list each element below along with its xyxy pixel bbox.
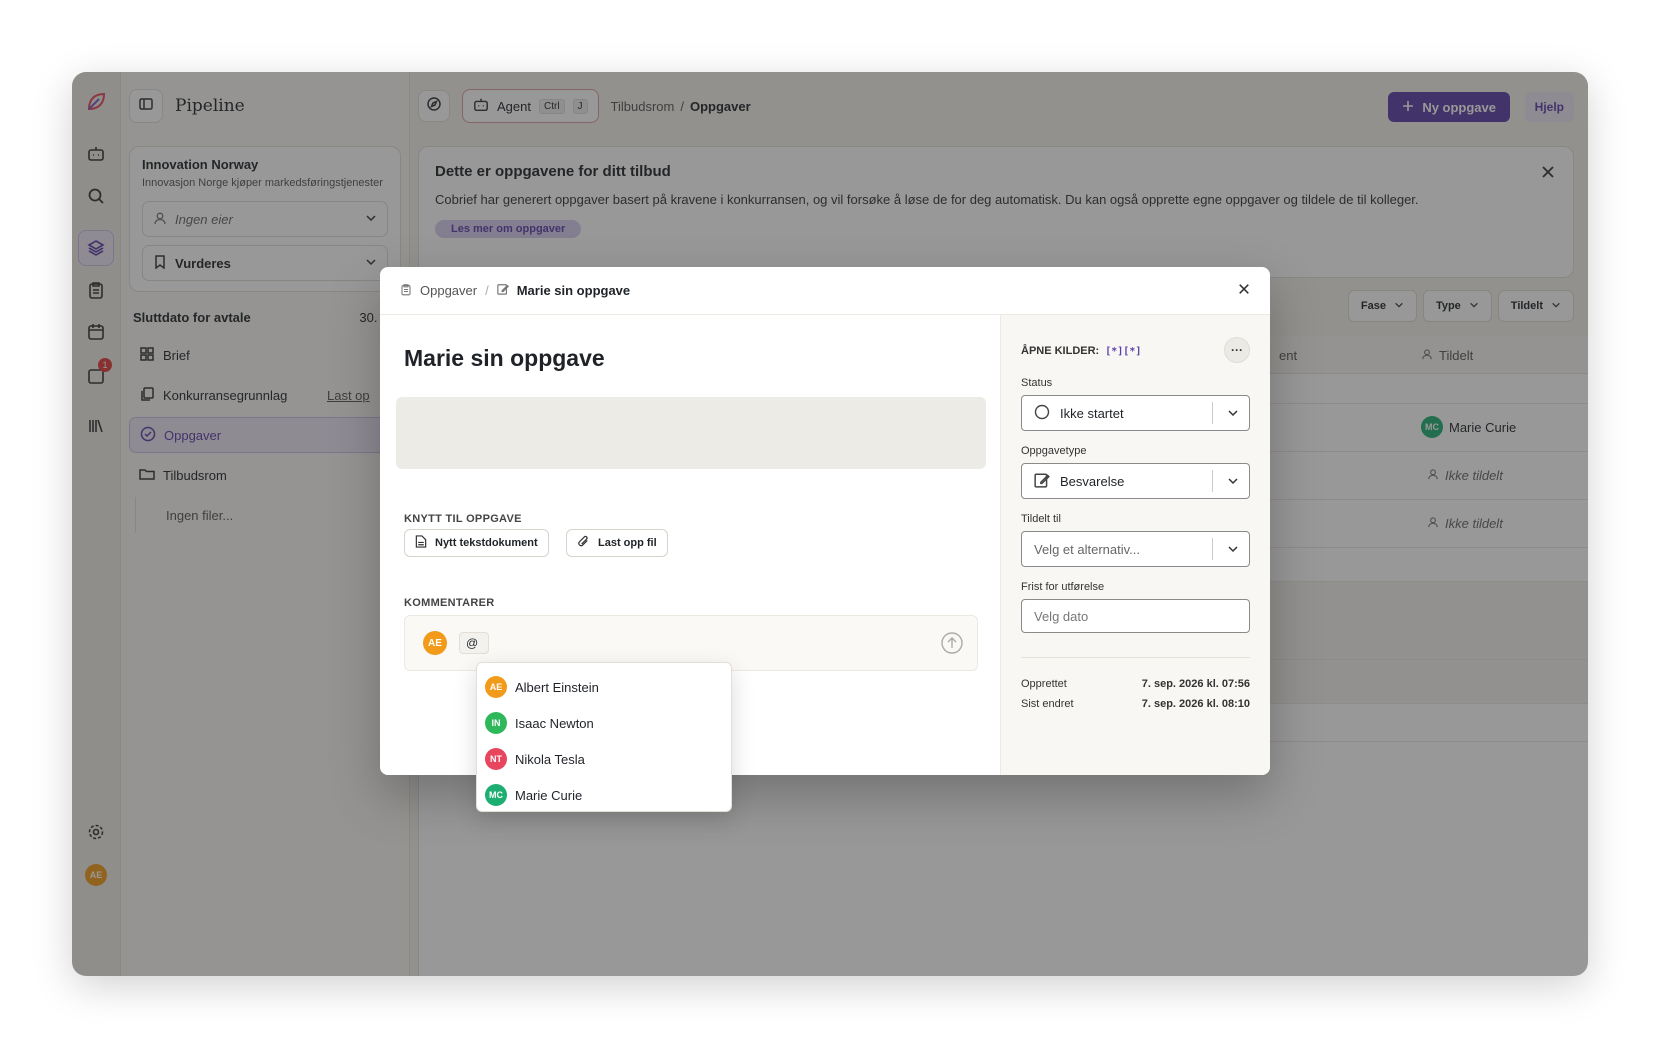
chevron-down-icon (1227, 543, 1239, 558)
modified-value: 7. sep. 2026 kl. 08:10 (1141, 698, 1250, 710)
type-dropdown[interactable]: Besvarelse (1021, 463, 1250, 499)
mention-avatar: MC (485, 784, 507, 806)
created-label: Opprettet (1021, 678, 1067, 690)
due-date-input[interactable]: Velg dato (1021, 599, 1250, 633)
modified-label: Sist endret (1021, 698, 1074, 710)
chevron-down-icon (1227, 407, 1239, 422)
meta-info: Opprettet 7. sep. 2026 kl. 07:56 Sist en… (1021, 657, 1250, 710)
clipboard-icon (400, 283, 412, 299)
mention-dropdown: AE Albert Einstein IN Isaac Newton NT Ni… (476, 662, 732, 812)
commenter-avatar: AE (423, 631, 447, 655)
type-label: Oppgavetype (1021, 445, 1087, 457)
mention-option-nikola-tesla[interactable]: NT Nikola Tesla (485, 741, 723, 777)
new-text-document-label: Nytt tekstdokument (435, 537, 538, 549)
chevron-down-icon (1227, 475, 1239, 490)
due-placeholder: Velg dato (1034, 608, 1089, 624)
link-section-label: KNYTT TIL OPPGAVE (404, 513, 522, 525)
circle-icon (1034, 404, 1050, 423)
open-sources-label: ÅPNE KILDER: (1021, 345, 1100, 357)
upload-file-label: Last opp fil (598, 537, 657, 549)
comments-section-label: KOMMENTARER (404, 597, 495, 609)
close-icon[interactable] (1238, 283, 1250, 298)
assigned-placeholder: Velg et alternativ... (1034, 541, 1140, 557)
mention-avatar: IN (485, 712, 507, 734)
modal-breadcrumb-parent[interactable]: Oppgaver (420, 283, 477, 298)
comment-text[interactable]: @ (459, 632, 489, 654)
due-field-group: Frist for utførelse Velg dato (1021, 581, 1250, 633)
modal-breadcrumb-separator: / (485, 283, 489, 298)
type-value: Besvarelse (1060, 473, 1125, 489)
mention-option-marie-curie[interactable]: MC Marie Curie (485, 777, 723, 813)
paperclip-icon (577, 535, 590, 551)
sources-tag[interactable]: [*][*] (1105, 346, 1141, 357)
assigned-label: Tildelt til (1021, 513, 1061, 525)
status-field-group: Status Ikke startet (1021, 377, 1250, 431)
modified-row: Sist endret 7. sep. 2026 kl. 08:10 (1021, 698, 1250, 710)
status-label: Status (1021, 377, 1053, 389)
mention-avatar: NT (485, 748, 507, 770)
modal-header: Oppgaver / Marie sin oppgave (380, 267, 1270, 315)
dropdown-divider (1212, 402, 1213, 424)
mention-name: Marie Curie (515, 787, 583, 803)
status-dropdown[interactable]: Ikke startet (1021, 395, 1250, 431)
status-value: Ikke startet (1060, 405, 1124, 421)
open-sources-row: ÅPNE KILDER: [*][*] ··· (1021, 337, 1250, 363)
more-options-button[interactable]: ··· (1224, 337, 1250, 363)
created-row: Opprettet 7. sep. 2026 kl. 07:56 (1021, 678, 1250, 690)
mention-option-isaac-newton[interactable]: IN Isaac Newton (485, 705, 723, 741)
mention-name: Nikola Tesla (515, 751, 585, 767)
send-arrow-icon[interactable] (941, 632, 963, 659)
assigned-field-group: Tildelt til Velg et alternativ... (1021, 513, 1250, 567)
mention-name: Albert Einstein (515, 679, 599, 695)
edit-icon (496, 283, 509, 298)
upload-file-button[interactable]: Last opp fil (566, 529, 668, 557)
due-label: Frist for utførelse (1021, 581, 1105, 593)
mention-name: Isaac Newton (515, 715, 594, 731)
document-icon (415, 535, 427, 551)
task-title[interactable]: Marie sin oppgave (404, 345, 984, 372)
type-field-group: Oppgavetype Besvarelse (1021, 445, 1250, 499)
edit-icon (1034, 472, 1050, 491)
dropdown-divider (1212, 538, 1213, 560)
dropdown-divider (1212, 470, 1213, 492)
task-description-editor[interactable] (396, 397, 986, 469)
assigned-dropdown[interactable]: Velg et alternativ... (1021, 531, 1250, 567)
modal-sidebar: ÅPNE KILDER: [*][*] ··· Status Ikke star… (1000, 315, 1270, 775)
mention-avatar: AE (485, 676, 507, 698)
mention-option-albert-einstein[interactable]: AE Albert Einstein (485, 669, 723, 705)
new-text-document-button[interactable]: Nytt tekstdokument (404, 529, 549, 557)
created-value: 7. sep. 2026 kl. 07:56 (1141, 678, 1250, 690)
modal-breadcrumb-current: Marie sin oppgave (516, 283, 631, 298)
